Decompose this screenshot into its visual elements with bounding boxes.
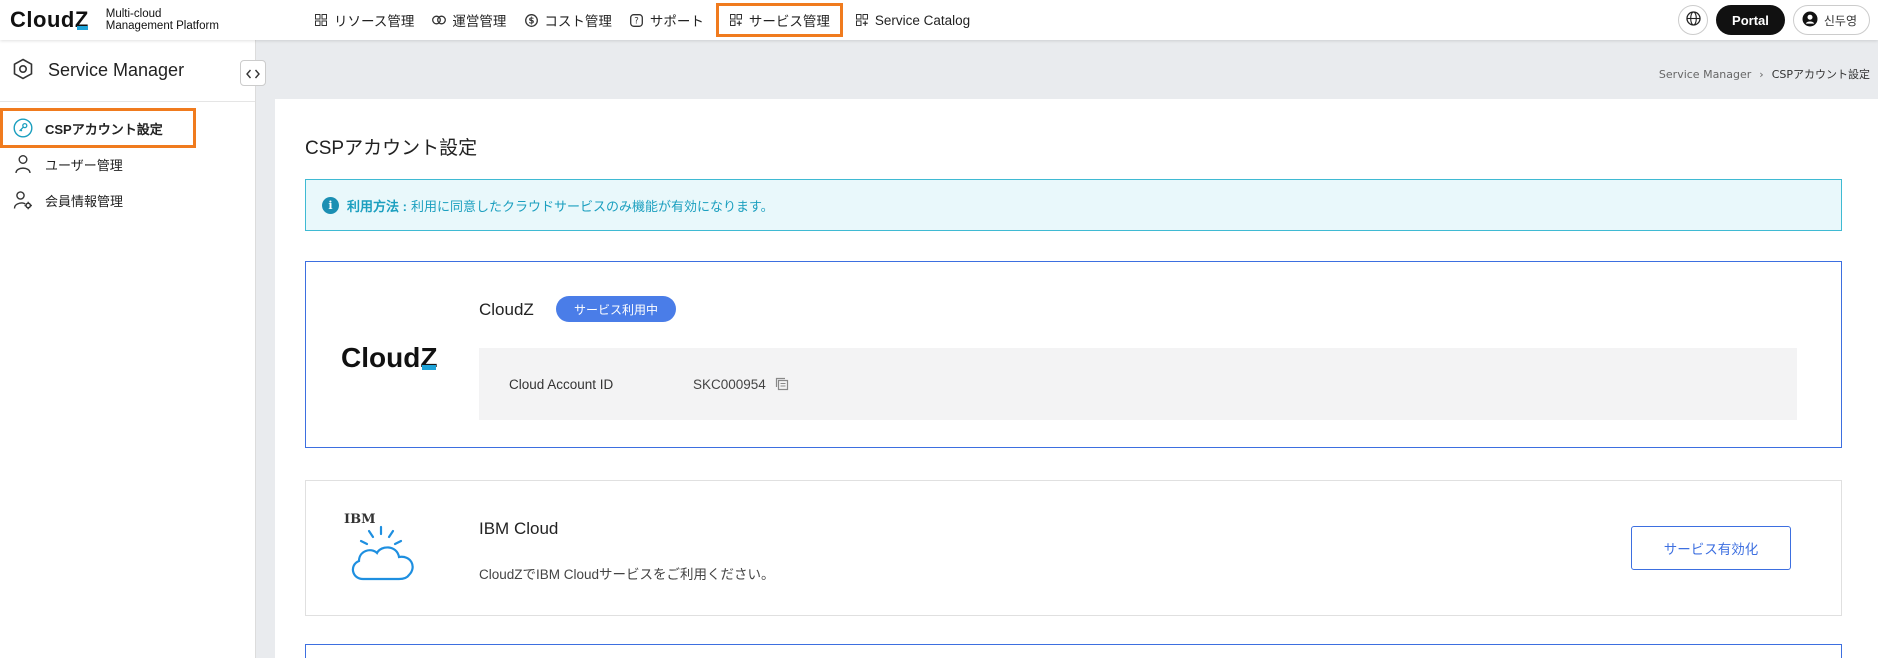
nav-label: サービス管理: [748, 14, 830, 29]
service-description: CloudZでIBM Cloudサービスをご利用ください。: [479, 567, 775, 582]
service-manager-icon: [12, 58, 34, 84]
breadcrumb: Service Manager › CSPアカウント設定: [1659, 66, 1870, 82]
nav-label: Service Catalog: [874, 12, 971, 28]
info-label: 利用方法 :: [347, 198, 407, 214]
service-card-next: [305, 644, 1842, 658]
sidebar-item-label: ユーザー管理: [45, 157, 123, 173]
nav-label: サポート: [649, 14, 704, 29]
nav-support[interactable]: ? サポート: [621, 0, 713, 40]
svg-text:?: ?: [635, 16, 640, 26]
link-icon: [432, 13, 447, 27]
globe-icon: [1685, 10, 1701, 30]
user-menu-button[interactable]: 신두영: [1792, 5, 1870, 35]
breadcrumb-root[interactable]: Service Manager: [1659, 68, 1751, 81]
sidebar-item-member-info[interactable]: 会員情報管理: [0, 182, 255, 218]
logo-z: Z: [420, 342, 438, 373]
user-avatar-icon: [1802, 11, 1818, 30]
service-name: IBM Cloud: [479, 519, 559, 538]
brand[interactable]: CloudZ Multi-cloud Management Platform: [10, 6, 219, 34]
account-id-value: SKC000954: [693, 376, 766, 392]
breadcrumb-current: CSPアカウント設定: [1771, 68, 1870, 81]
sidebar-header: Service Manager: [0, 40, 255, 102]
main-content: CSPアカウント設定 i 利用方法 : 利用に同意したクラウドサービスのみ機能が…: [275, 99, 1878, 658]
info-banner: i 利用方法 : 利用に同意したクラウドサービスのみ機能が有効になります。: [305, 179, 1842, 231]
sidebar-item-label: CSPアカウント設定: [45, 121, 163, 137]
service-card-cloudz: CloudZ CloudZ サービス利用中 Cloud Account ID S…: [305, 261, 1842, 448]
info-text: 利用に同意したクラウドサービスのみ機能が有効になります。: [410, 198, 774, 214]
logo-z: Z: [74, 7, 89, 32]
dollar-icon: $: [524, 13, 538, 27]
main-nav: リソース管理 運営管理 $ コスト管理 ? サポート サービス管理 Servic…: [305, 0, 979, 40]
grid-plus-icon: [729, 13, 743, 27]
sidebar-item-label: 会員情報管理: [45, 193, 124, 209]
svg-text:IBM: IBM: [344, 512, 375, 527]
user-icon: [13, 154, 33, 174]
nav-service-catalog[interactable]: Service Catalog: [846, 0, 979, 40]
subtitle-line1: Multi-cloud: [105, 8, 162, 20]
key-icon: [13, 118, 33, 138]
code-arrows-icon: [246, 64, 260, 83]
top-navigation-bar: CloudZ Multi-cloud Management Platform リ…: [0, 0, 1878, 40]
grid-plus-icon: [855, 13, 869, 27]
header-actions: Portal 신두영: [1678, 4, 1870, 36]
portal-button[interactable]: Portal: [1716, 5, 1785, 35]
nav-cost-management[interactable]: $ コスト管理: [515, 0, 621, 40]
cloudz-card-logo: CloudZ: [341, 342, 437, 374]
user-name: 신두영: [1823, 13, 1857, 28]
nav-service-management[interactable]: サービス管理: [713, 0, 846, 40]
subtitle-line2: Management Platform: [105, 20, 219, 32]
page-title: CSPアカウント設定: [305, 138, 478, 159]
sidebar-item-user-management[interactable]: ユーザー管理: [0, 146, 255, 182]
svg-text:$: $: [528, 16, 534, 26]
user-gear-icon: [13, 190, 33, 210]
sidebar-item-csp-account[interactable]: CSPアカウント設定: [0, 108, 196, 148]
nav-operations-management[interactable]: 運営管理: [423, 0, 515, 40]
language-button[interactable]: [1678, 5, 1709, 35]
brand-subtitle: Multi-cloud Management Platform: [106, 8, 219, 32]
logo-text: Cloud: [341, 342, 421, 373]
ibm-cloud-logo: IBM: [341, 507, 421, 583]
nav-label: リソース管理: [334, 14, 415, 29]
breadcrumb-separator: ›: [1759, 67, 1764, 81]
nav-resource-management[interactable]: リソース管理: [305, 0, 423, 40]
sidebar-title: Service Manager: [48, 60, 185, 80]
copy-icon[interactable]: [774, 376, 790, 392]
sidebar: Service Manager CSPアカウント設定 ユーザー管理 会員情報管理: [0, 40, 266, 658]
service-name: CloudZ: [479, 300, 534, 319]
grid-icon: [314, 13, 328, 27]
help-icon: ?: [630, 13, 644, 27]
cloudz-logo[interactable]: CloudZ: [10, 7, 89, 33]
account-info-box: Cloud Account ID SKC000954: [479, 348, 1797, 420]
sidebar-toggle-button[interactable]: [240, 60, 266, 86]
logo-text: Cloud: [10, 7, 75, 32]
sidebar-menu: CSPアカウント設定 ユーザー管理 会員情報管理: [0, 102, 255, 218]
service-card-ibm-cloud: IBM IBM Cloud CloudZでIBM Cloudサービスをご利用くだ…: [305, 480, 1842, 616]
status-badge: サービス利用中: [556, 296, 677, 322]
account-id-label: Cloud Account ID: [509, 376, 614, 392]
nav-label: コスト管理: [544, 14, 612, 29]
nav-label: 運営管理: [452, 14, 507, 29]
activate-service-button[interactable]: サービス有効化: [1631, 526, 1791, 570]
info-icon: i: [322, 196, 339, 214]
